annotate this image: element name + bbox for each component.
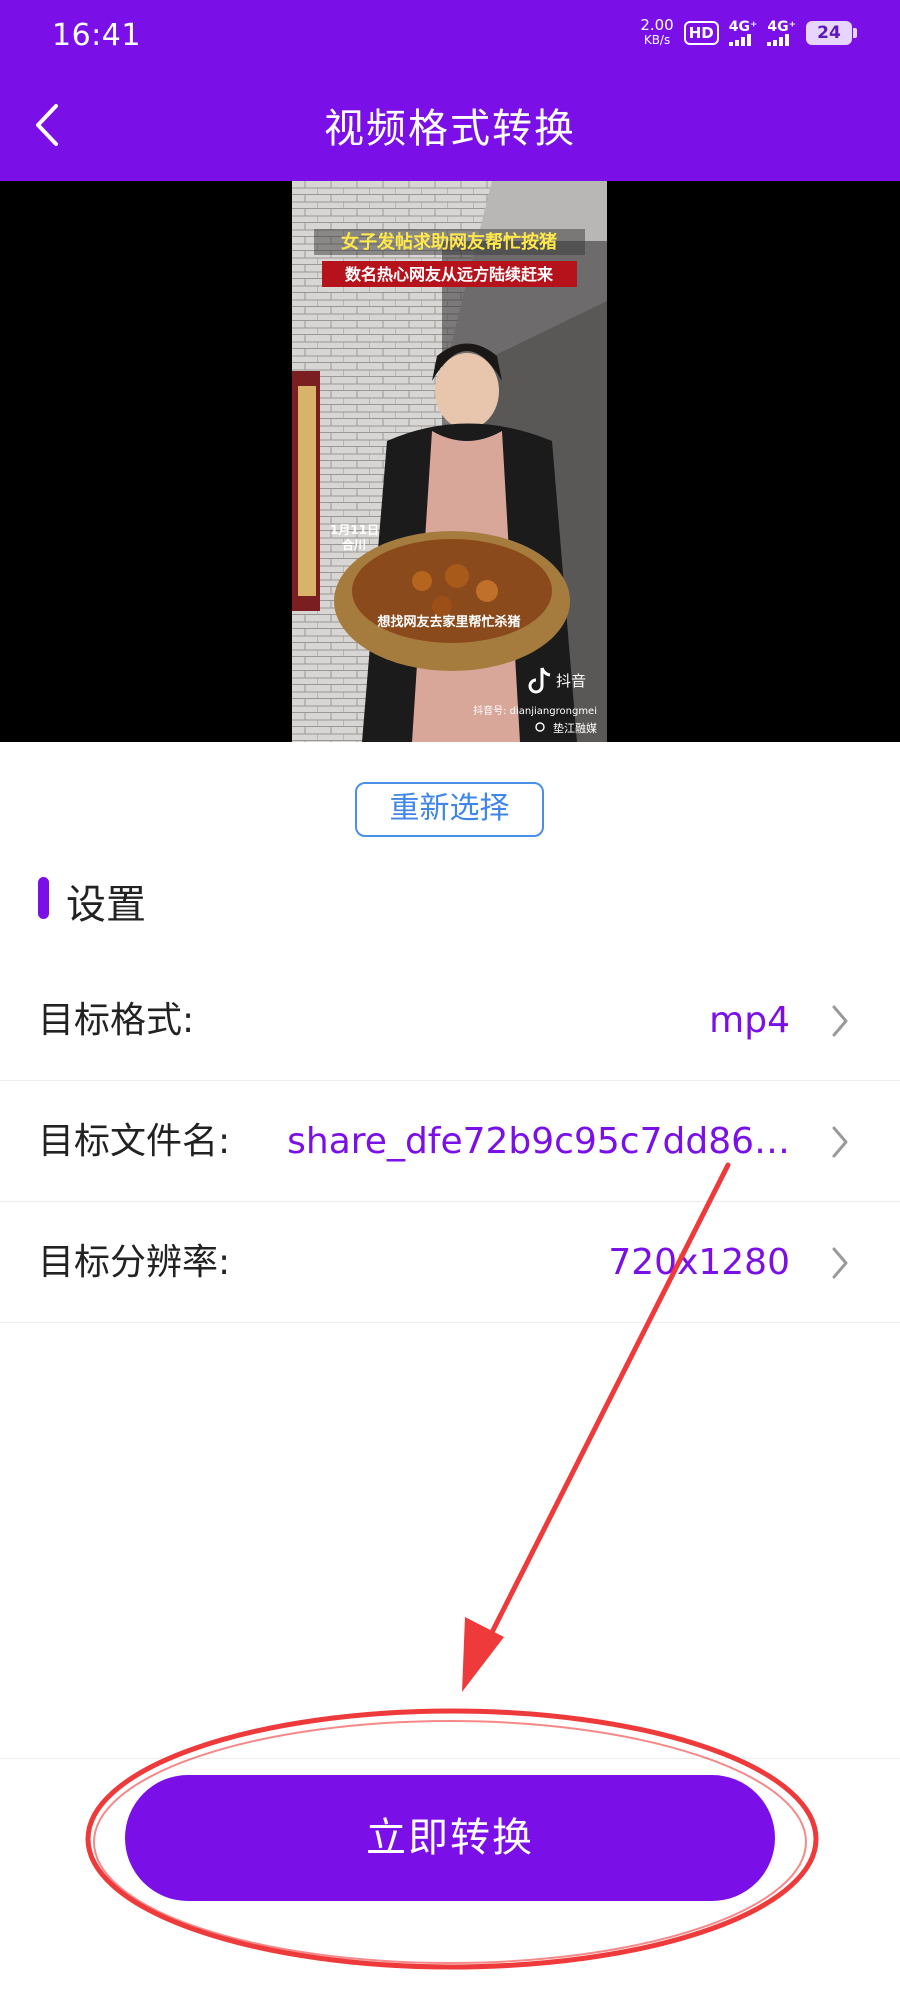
speed-unit: KB/s: [643, 33, 671, 47]
video-headline-2: 数名热心网友从远方陆续赶来: [345, 265, 554, 284]
footer-divider: [0, 1758, 900, 1759]
chevron-right-icon: [832, 1126, 848, 1158]
battery-icon: 24: [806, 21, 857, 45]
app-header: 16:41 2.00 KB/s HD 4G⁺ 4G⁺ 24 视频格式转换: [0, 0, 900, 181]
section-accent-bar: [38, 877, 49, 919]
target-filename-label: 目标文件名:: [38, 1121, 231, 1162]
page-title: 视频格式转换: [324, 106, 576, 152]
signal-icon-sim2: 4G⁺: [767, 20, 796, 46]
target-resolution-value: 720x1280: [608, 1242, 790, 1283]
speed-value: 2.00: [640, 16, 674, 34]
hd-icon: HD: [683, 21, 719, 45]
video-place-tag: 合川: [342, 537, 366, 552]
sim2-label: 4G⁺: [767, 19, 796, 35]
target-resolution-row[interactable]: 目标分辨率: 720x1280: [0, 1202, 900, 1323]
target-filename-value: share_dfe72b9c95c7dd86…: [287, 1121, 790, 1162]
target-format-value: mp4: [709, 1000, 790, 1041]
target-format-label: 目标格式:: [38, 1000, 195, 1041]
target-resolution-label: 目标分辨率:: [38, 1242, 231, 1283]
convert-now-button[interactable]: 立即转换: [125, 1775, 775, 1901]
reselect-button[interactable]: 重新选择: [355, 782, 544, 837]
video-subtitle: 想找网友去家里帮忙杀猪: [377, 614, 520, 630]
target-format-row[interactable]: 目标格式: mp4: [0, 960, 900, 1081]
settings-section-title: 设置: [66, 882, 146, 928]
chevron-right-icon: [832, 1247, 848, 1279]
video-headline-1: 女子发帖求助网友帮忙按猪: [341, 231, 557, 253]
chevron-right-icon: [832, 1005, 848, 1037]
network-speed: 2.00 KB/s: [640, 18, 673, 48]
target-filename-row[interactable]: 目标文件名: share_dfe72b9c95c7dd86…: [0, 1081, 900, 1202]
status-time: 16:41: [52, 18, 141, 53]
video-frame-image: 女子发帖求助网友帮忙按猪 数名热心网友从远方陆续赶来 1月11日 合川 想找网友…: [292, 181, 607, 742]
status-icons: 2.00 KB/s HD 4G⁺ 4G⁺ 24: [640, 18, 857, 48]
platform-logo-text: 抖音: [556, 672, 586, 690]
sim1-label: 4G⁺: [728, 19, 758, 35]
video-preview[interactable]: 女子发帖求助网友帮忙按猪 数名热心网友从远方陆续赶来 1月11日 合川 想找网友…: [0, 181, 900, 742]
signal-icon-sim1: 4G⁺: [728, 19, 758, 46]
video-source-label: 垫江融媒: [553, 721, 597, 735]
video-thumbnail[interactable]: 女子发帖求助网友帮忙按猪 数名热心网友从远方陆续赶来 1月11日 合川 想找网友…: [292, 181, 607, 742]
video-date-tag: 1月11日: [330, 523, 379, 537]
video-account-label: 抖音号: dianjiangrongmei: [473, 704, 597, 717]
